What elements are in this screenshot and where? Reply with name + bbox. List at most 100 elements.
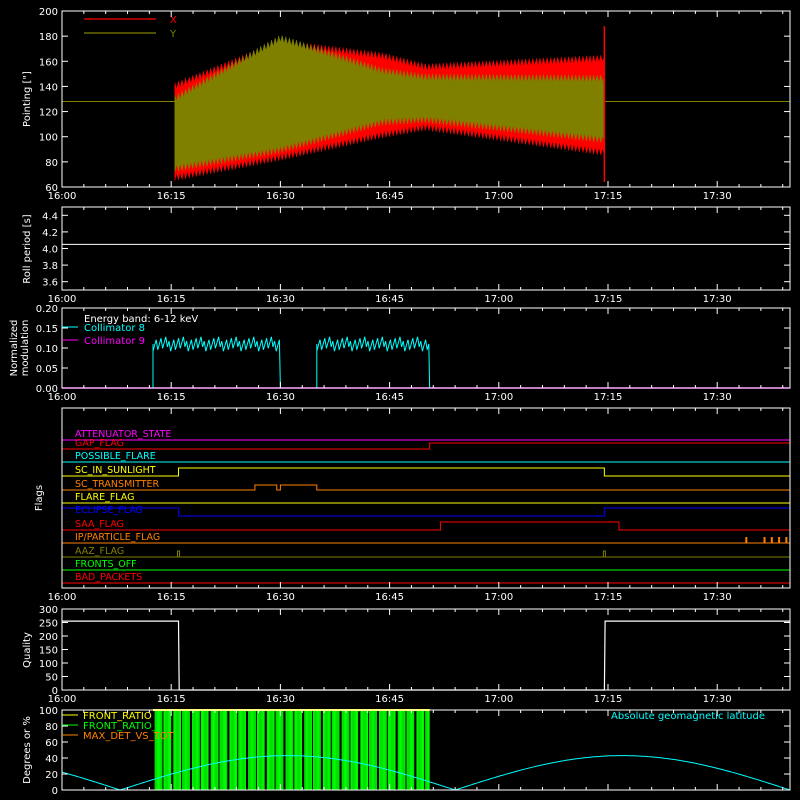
y-tick-label: 80 (45, 158, 58, 169)
panel-roll: Roll period [s] 4.4 4.2 4.0 3.8 3.6 (22, 206, 791, 291)
flag-label: SC_IN_SUNLIGHT (75, 465, 156, 476)
panel-quality: Quality 300250200150100500 (22, 605, 791, 697)
y-tick-label: 0.05 (36, 364, 58, 375)
x-tick-label: 17:30 (703, 392, 732, 403)
x-tick-label: 16:45 (375, 392, 404, 403)
x-tick-label: 17:00 (484, 694, 513, 705)
x-tick-label: 17:00 (484, 191, 513, 202)
legend-label: Collimator 9 (84, 336, 145, 347)
y-tick-label: 180 (39, 32, 58, 43)
y-axis-label-line2: modulation (20, 320, 31, 377)
x-tick-label: 16:00 (48, 694, 77, 705)
x-tick-label: 16:15 (157, 294, 186, 305)
flag-line (62, 507, 790, 517)
x-tick-label: 17:15 (594, 294, 623, 305)
x-tick-label: 17:30 (703, 191, 732, 202)
flag-label: FLARE_FLAG (75, 492, 135, 503)
flag-line (62, 484, 790, 491)
panel-ratios: Degrees or % 100806040200 FRONT_RATIOFRO… (22, 706, 791, 797)
y-tick-label: 0.20 (36, 304, 58, 315)
x-tick-label: 16:30 (266, 694, 295, 705)
y-tick-label: 3.8 (42, 261, 58, 272)
x-tick-label: 17:30 (703, 294, 732, 305)
y-tick-label: 120 (39, 108, 58, 119)
x-tick-label: 16:30 (266, 592, 295, 603)
aaz-pulse (602, 550, 606, 557)
y-tick-label: 20 (45, 770, 58, 781)
axes-frame (61, 206, 791, 291)
y-axis-label: Quality (22, 632, 33, 668)
x-tick-label: 17:15 (594, 694, 623, 705)
y-axis-label: Roll period [s] (22, 214, 33, 283)
y-axis-label: Flags (34, 485, 45, 511)
y-tick-label: 50 (45, 673, 58, 684)
y-tick-label: 4.0 (42, 245, 58, 256)
x-tick-label: 16:00 (48, 392, 77, 403)
panel-flags: ATTENUATOR_STATEGAP_FLAGPOSSIBLE_FLARESC… (34, 407, 791, 589)
collimator-8-segment (316, 336, 431, 389)
x-tick-label: 17:00 (484, 592, 513, 603)
flag-label: IP/PARTICLE_FLAG (75, 532, 160, 543)
legend-label: MAX_DET_VS_TOT (83, 731, 175, 742)
legend-label-Y: Y (169, 29, 177, 40)
y-tick-label: 0 (52, 786, 58, 797)
flag-label: GAP_FLAG (75, 438, 124, 449)
x-tick-label: 17:15 (594, 392, 623, 403)
y-tick-label: 0.15 (36, 324, 58, 335)
y-tick-label: 160 (39, 57, 58, 68)
x-tick-label: 17:00 (484, 392, 513, 403)
flag-label: SAA_FLAG (75, 519, 124, 530)
y-tick-label: 4.4 (42, 211, 58, 222)
x-tick-label: 16:15 (157, 592, 186, 603)
x-tick-label: 16:45 (375, 592, 404, 603)
panel-pointing: Pointing ["] 2001801601401201008060 XY (22, 7, 791, 194)
flag-label: AAZ_FLAG (75, 546, 124, 557)
x-tick-label: 17:30 (703, 592, 732, 603)
y-tick-label: 3.6 (42, 278, 58, 289)
collimator-8-segment (152, 336, 281, 389)
x-tick-label: 17:15 (594, 191, 623, 202)
x-tick-label: 16:15 (157, 392, 186, 403)
y-axis-label: Pointing ["] (22, 71, 33, 127)
y-tick-label: 0.10 (36, 344, 58, 355)
x-tick-label: 16:15 (157, 191, 186, 202)
y-tick-label: 100 (39, 133, 58, 144)
y-tick-label: 200 (39, 632, 58, 643)
x-tick-label: 17:30 (703, 694, 732, 705)
y-axis-label-line1: Normalized (9, 320, 20, 377)
y-tick-label: 200 (39, 7, 58, 18)
y-tick-label: 4.2 (42, 228, 58, 239)
flag-line (62, 442, 791, 450)
x-tick-label: 16:00 (48, 592, 77, 603)
y-tick-label: 80 (45, 722, 58, 733)
y-tick-label: 60 (45, 738, 58, 749)
panel-modulation: Normalized modulation 0.200.150.100.050.… (9, 304, 791, 395)
flag-label: ECLIPSE_FLAG (75, 505, 143, 516)
x-tick-label: 16:30 (266, 392, 295, 403)
x-tick-label: 16:45 (375, 694, 404, 705)
y-tick-label: 300 (39, 605, 58, 616)
y-tick-label: 100 (39, 706, 58, 717)
x-tick-label: 17:15 (594, 592, 623, 603)
geomag-annotation: Absolute geomagnetic latitude (611, 711, 765, 722)
figure: Pointing ["] 2001801601401201008060 XY 1… (9, 7, 791, 797)
flag-line (62, 521, 790, 531)
aaz-pulse (176, 550, 180, 557)
y-tick-label: 150 (39, 646, 58, 657)
y-tick-label: 40 (45, 754, 58, 765)
flag-label: POSSIBLE_FLARE (75, 451, 156, 462)
x-tick-label: 16:00 (48, 191, 77, 202)
y-tick-label: 250 (39, 619, 58, 630)
x-tick-label: 16:45 (375, 294, 404, 305)
flag-line (62, 467, 790, 477)
legend-label: Collimator 8 (84, 323, 145, 334)
x-tick-label: 16:30 (266, 294, 295, 305)
y-axis-label: Degrees or % (22, 716, 33, 784)
y-tick-label: 100 (39, 659, 58, 670)
x-tick-label: 16:45 (375, 191, 404, 202)
quality-line (62, 620, 790, 691)
flag-label: SC_TRANSMITTER (75, 479, 160, 490)
y-tick-label: 140 (39, 82, 58, 93)
flag-label: BAD_PACKETS (75, 572, 142, 583)
x-tick-label: 16:15 (157, 694, 186, 705)
